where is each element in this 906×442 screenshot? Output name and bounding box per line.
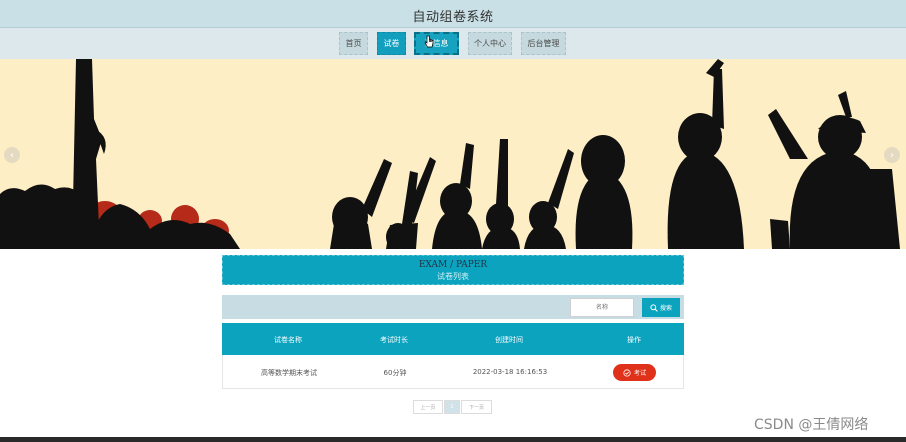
cell-exam-name: 高等数学期末考试 <box>261 369 317 377</box>
search-icon <box>650 303 658 312</box>
cell-duration: 60分钟 <box>383 369 407 377</box>
nav-item-exam[interactable]: 试卷 <box>377 32 406 55</box>
section-title-cn: 试卷列表 <box>437 272 469 281</box>
column-header-name: 试卷名称 <box>274 336 302 344</box>
search-button[interactable]: 搜索 <box>642 298 680 317</box>
site-title: 自动组卷系统 <box>412 10 494 25</box>
take-exam-button[interactable]: 考试 <box>613 364 656 381</box>
search-button-label: 搜索 <box>659 306 672 312</box>
search-input[interactable] <box>570 298 634 317</box>
column-header-duration: 考试时长 <box>380 336 408 344</box>
bottom-border <box>0 437 906 442</box>
nav-item-admin[interactable]: 后台管理 <box>521 32 566 55</box>
pagination-prev[interactable]: 上一页 <box>413 400 443 414</box>
nav-item-home[interactable]: 首页 <box>339 32 368 55</box>
crowd-silhouette-image <box>0 59 900 249</box>
hero-banner: ‹ › <box>0 59 906 249</box>
hand-cursor-icon <box>424 35 434 48</box>
nav-item-exam-info[interactable]: 试信息 <box>414 32 459 55</box>
nav-item-personal-center[interactable]: 个人中心 <box>468 32 512 55</box>
cell-created-time: 2022-03-18 16:16:53 <box>472 368 548 376</box>
section-title-en: EXAM / PAPER <box>418 260 488 270</box>
title-bar: 自动组卷系统 <box>0 0 906 28</box>
nav-bar: 首页 试卷 试信息 个人中心 后台管理 <box>0 28 906 59</box>
column-header-action: 操作 <box>627 336 641 344</box>
section-header: EXAM / PAPER 试卷列表 <box>222 255 684 285</box>
pagination-page-current[interactable]: 1 <box>444 400 460 414</box>
banner-prev-arrow[interactable]: ‹ <box>4 147 20 163</box>
check-circle-icon <box>623 368 631 377</box>
table-row: 高等数学期末考试 60分钟 2022-03-18 16:16:53 考试 <box>222 355 684 389</box>
take-exam-label: 考试 <box>633 371 646 377</box>
column-header-created: 创建时间 <box>495 336 523 344</box>
pagination-next[interactable]: 下一页 <box>461 400 492 414</box>
banner-next-arrow[interactable]: › <box>884 147 900 163</box>
watermark: CSDN @王倩网络 <box>754 417 869 433</box>
table-header: 试卷名称 考试时长 创建时间 操作 <box>222 323 684 355</box>
